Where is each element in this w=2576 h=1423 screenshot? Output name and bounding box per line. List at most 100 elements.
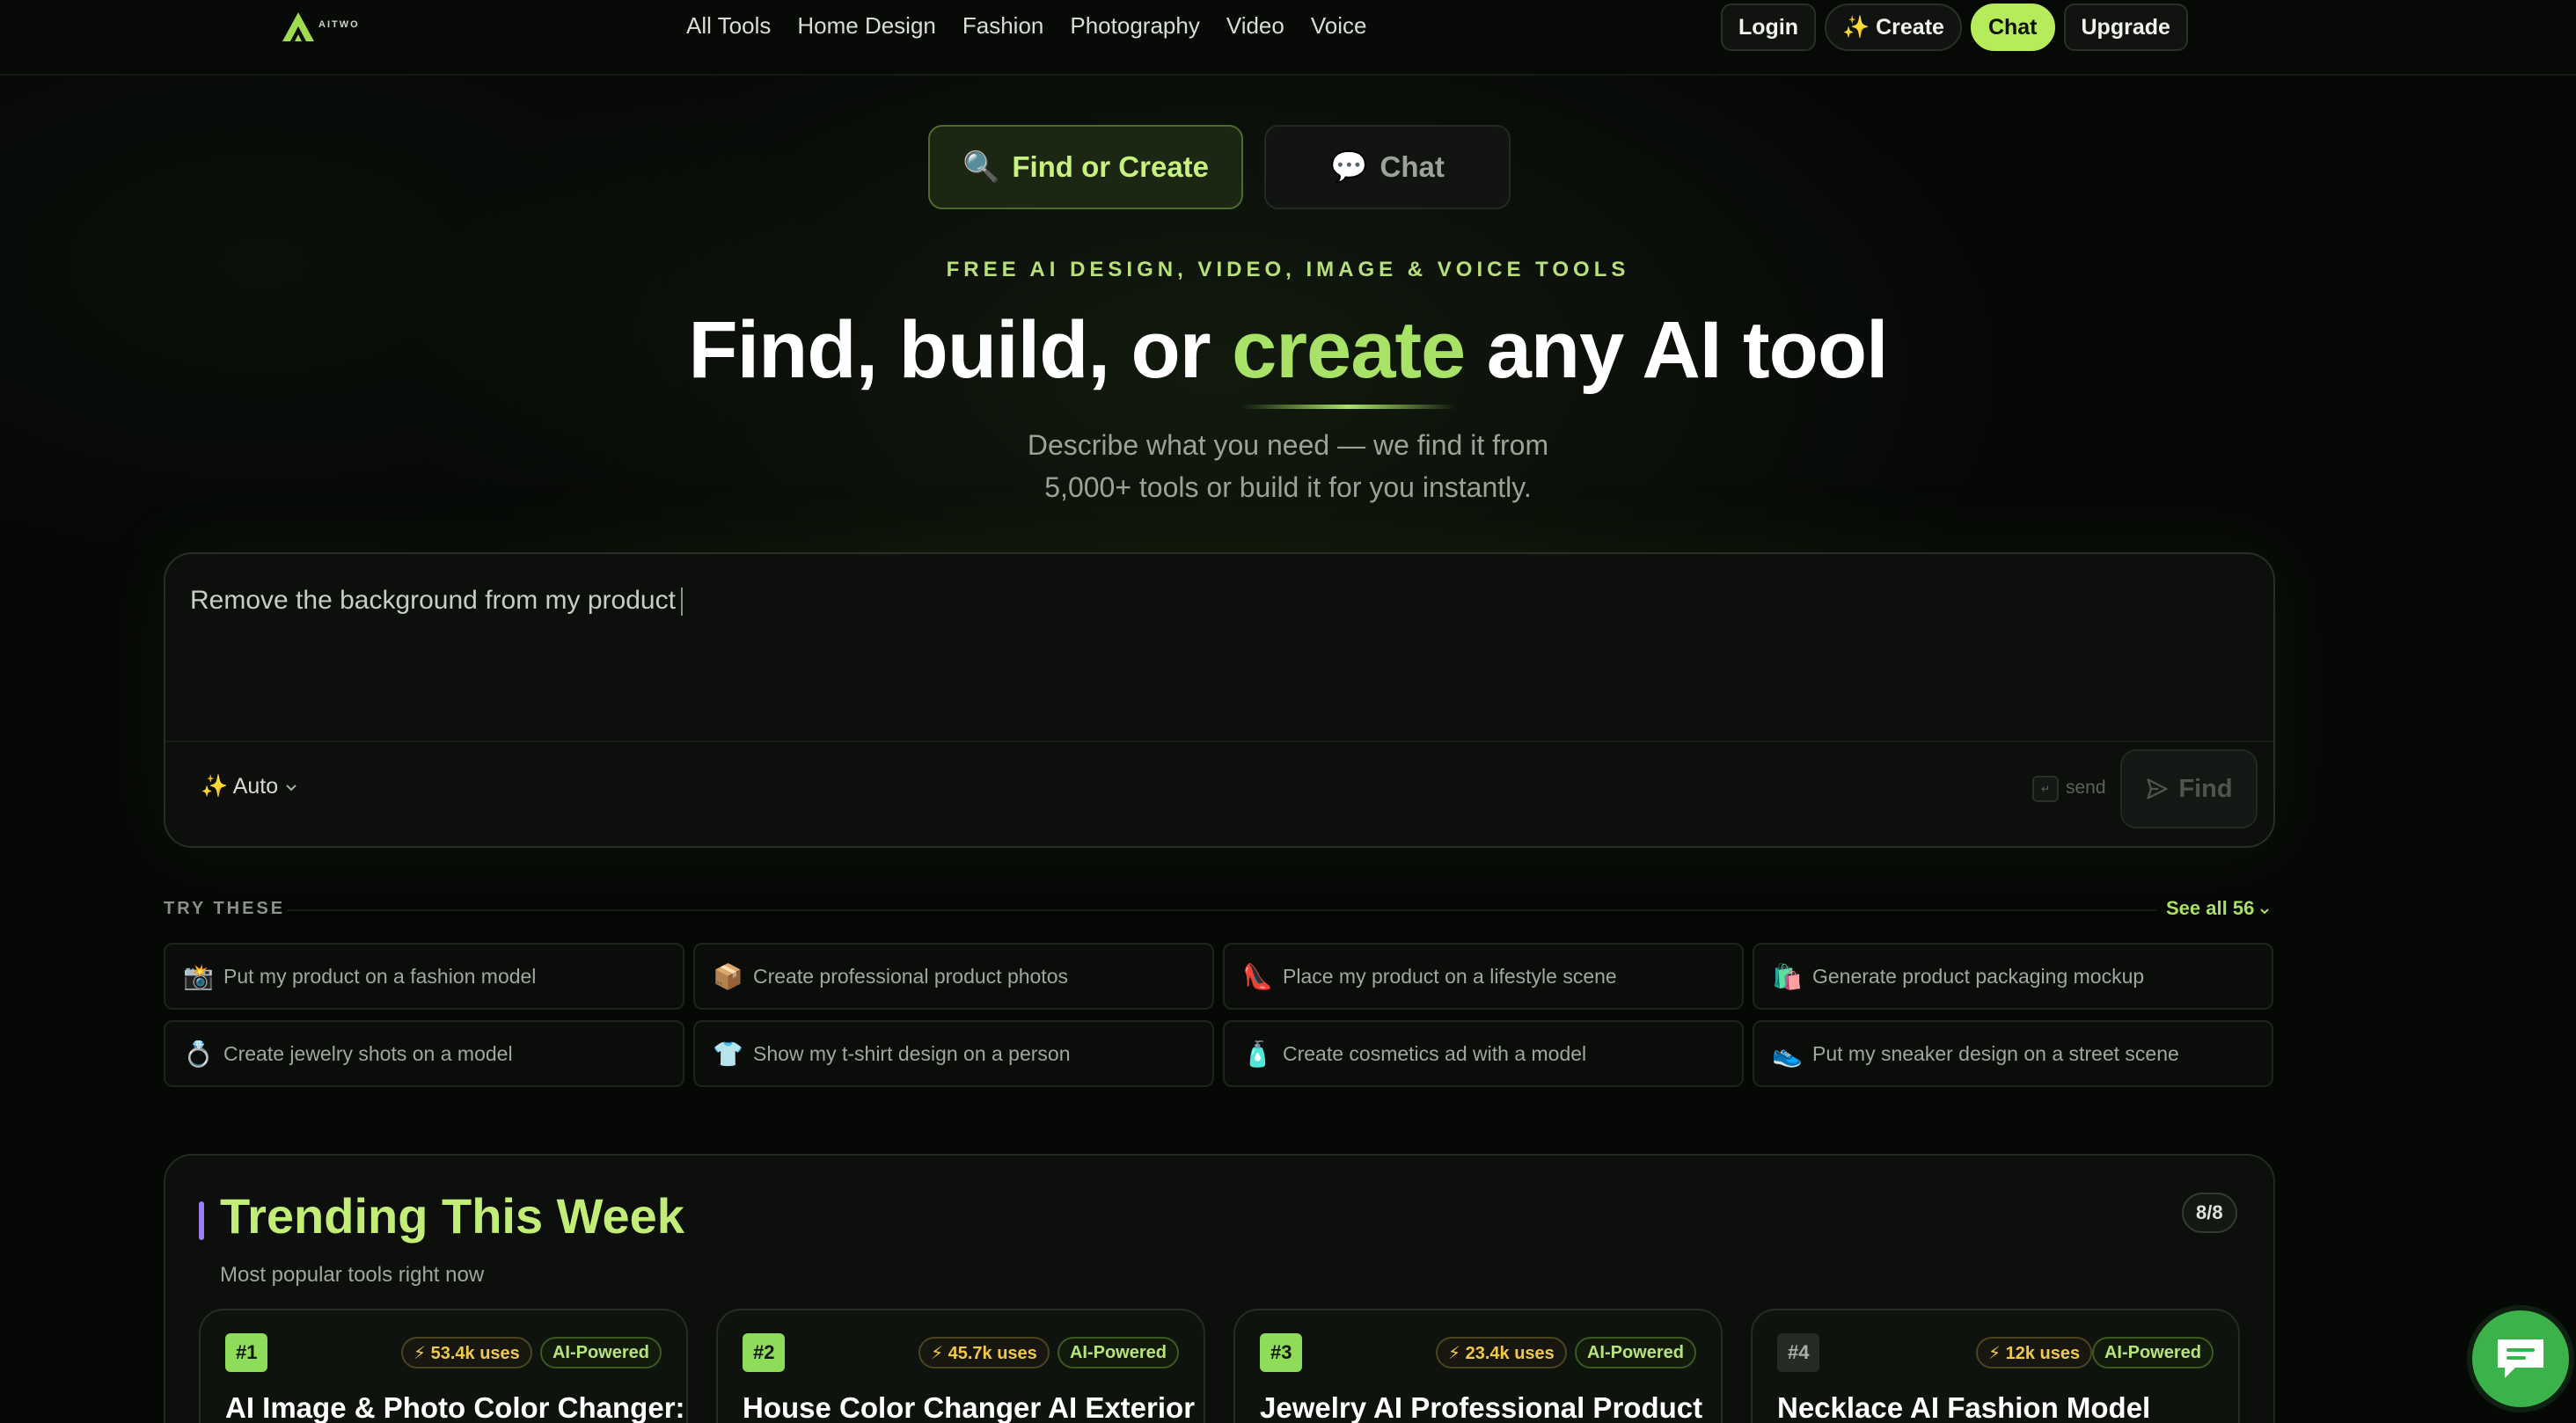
nav-links: All Tools Home Design Fashion Photograph… bbox=[686, 12, 1366, 40]
nav-actions: Login ✨ Create Chat Upgrade bbox=[1721, 4, 2188, 51]
chevron-down-icon bbox=[286, 784, 296, 791]
prompt-input-value: Remove the background from my product bbox=[190, 586, 676, 615]
nav-link-home-design[interactable]: Home Design bbox=[797, 12, 936, 40]
trending-accent-bar bbox=[199, 1201, 204, 1240]
search-icon: 🔍 bbox=[962, 150, 1000, 184]
headline-accent: create bbox=[1232, 305, 1466, 409]
suggestion-text: Generate product packaging mockup bbox=[1812, 964, 2145, 988]
headline-pre: Find, build, or bbox=[688, 305, 1233, 395]
mode-select[interactable]: ✨ Auto bbox=[201, 774, 297, 799]
sneaker-icon: 👟 bbox=[1772, 1040, 1803, 1068]
tool-name: House Color Changer AI Exterior bbox=[743, 1391, 1196, 1423]
high-heel-icon: 👠 bbox=[1242, 962, 1273, 990]
uses-badge: ⚡ 23.4k uses bbox=[1436, 1337, 1567, 1368]
rank-badge: #3 bbox=[1260, 1333, 1303, 1372]
hero-subline-2: 5,000+ tools or build it for you instant… bbox=[1044, 471, 1532, 503]
nav-link-all-tools[interactable]: All Tools bbox=[686, 12, 771, 40]
trending-count-badge: 8/8 bbox=[2182, 1193, 2237, 1233]
suggestion-chip[interactable]: 📸 Put my product on a fashion model bbox=[164, 943, 684, 1010]
find-button[interactable]: Find bbox=[2120, 749, 2258, 828]
logo-mark-icon bbox=[282, 12, 314, 41]
floating-chat-button[interactable] bbox=[2472, 1310, 2569, 1407]
trending-cards: #1 ⚡ 53.4k uses AI-Powered AI Image & Ph… bbox=[199, 1309, 2240, 1423]
rank-badge: #4 bbox=[1777, 1333, 1820, 1372]
upgrade-button[interactable]: Upgrade bbox=[2063, 4, 2188, 51]
text-caret bbox=[680, 587, 683, 617]
tool-name: Jewelry AI Professional Product bbox=[1260, 1391, 1703, 1423]
ai-powered-badge: AI-Powered bbox=[539, 1337, 662, 1368]
hero-headline: Find, build, or create any AI tool bbox=[0, 304, 2576, 409]
send-icon bbox=[2147, 778, 2169, 799]
chat-bubble-icon bbox=[2498, 1339, 2543, 1378]
suggestion-chip[interactable]: 👠 Place my product on a lifestyle scene bbox=[1223, 943, 1744, 1010]
suggestion-chip[interactable]: 🛍️ Generate product packaging mockup bbox=[1753, 943, 2273, 1010]
suggestion-text: Create jewelry shots on a model bbox=[223, 1041, 513, 1065]
suggestion-text: Show my t-shirt design on a person bbox=[753, 1041, 1071, 1065]
create-button[interactable]: ✨ Create bbox=[1825, 4, 1962, 51]
suggestion-chip[interactable]: 💍 Create jewelry shots on a model bbox=[164, 1020, 684, 1087]
suggestion-chip[interactable]: 📦 Create professional product photos bbox=[693, 943, 1214, 1010]
logo[interactable]: AITWO bbox=[280, 9, 360, 44]
mode-select-value: ✨ Auto bbox=[201, 774, 279, 799]
shopping-bags-icon: 🛍️ bbox=[1772, 962, 1803, 990]
hero-subline: Describe what you need — we find it from… bbox=[0, 424, 2576, 508]
suggestion-chip[interactable]: 👕 Show my t-shirt design on a person bbox=[693, 1020, 1214, 1087]
trending-title: Trending This Week bbox=[220, 1188, 684, 1244]
suggestion-text: Put my sneaker design on a street scene bbox=[1812, 1041, 2179, 1065]
nav-link-fashion[interactable]: Fashion bbox=[962, 12, 1044, 40]
nav-link-video[interactable]: Video bbox=[1226, 12, 1284, 40]
ai-powered-badge: AI-Powered bbox=[1057, 1337, 1179, 1368]
headline-post: any AI tool bbox=[1465, 305, 1889, 395]
enter-key-hint-icon: ↵ bbox=[2032, 776, 2059, 802]
tool-card[interactable]: #3 ⚡ 23.4k uses AI-Powered Jewelry AI Pr… bbox=[1233, 1309, 1723, 1423]
tool-name: AI Image & Photo Color Changer: bbox=[225, 1391, 685, 1423]
find-button-label: Find bbox=[2178, 774, 2233, 803]
top-navbar: AITWO All Tools Home Design Fashion Phot… bbox=[0, 0, 2576, 76]
suggestion-chips: 📸 Put my product on a fashion model 📦 Crea… bbox=[164, 943, 2275, 1087]
tool-card[interactable]: #2 ⚡ 45.7k uses AI-Powered House Color C… bbox=[716, 1309, 1205, 1423]
suggestions-label: TRY THESE bbox=[164, 899, 286, 918]
tool-card[interactable]: #4 ⚡ 12k uses AI-Powered Necklace AI Fas… bbox=[1751, 1309, 2240, 1423]
tshirt-icon: 👕 bbox=[713, 1040, 743, 1068]
logo-text: AITWO bbox=[318, 19, 360, 30]
lotion-bottle-icon: 🧴 bbox=[1242, 1040, 1273, 1068]
nav-link-photography[interactable]: Photography bbox=[1070, 12, 1199, 40]
ring-icon: 💍 bbox=[183, 1040, 214, 1068]
rank-badge: #1 bbox=[225, 1333, 268, 1372]
mode-toggle: 🔍 Find or Create 💬 Chat bbox=[928, 125, 1511, 209]
prompt-divider bbox=[165, 741, 2273, 742]
uses-badge: ⚡ 45.7k uses bbox=[918, 1337, 1050, 1368]
prompt-input[interactable]: Remove the background from my product bbox=[190, 586, 683, 617]
speech-bubble-icon: 💬 bbox=[1330, 150, 1368, 184]
suggestion-chip[interactable]: 👟 Put my sneaker design on a street scene bbox=[1753, 1020, 2273, 1087]
suggestions-divider bbox=[287, 909, 2157, 911]
hero-subline-1: Describe what you need — we find it from bbox=[1027, 429, 1549, 461]
chat-button[interactable]: Chat bbox=[1970, 4, 2055, 51]
uses-badge: ⚡ 53.4k uses bbox=[401, 1337, 532, 1368]
mode-find-label: Find or Create bbox=[1012, 150, 1210, 183]
mode-chat[interactable]: 💬 Chat bbox=[1264, 125, 1511, 209]
tool-card[interactable]: #1 ⚡ 53.4k uses AI-Powered AI Image & Ph… bbox=[199, 1309, 688, 1423]
chevron-down-icon bbox=[2260, 909, 2270, 915]
trending-subtitle: Most popular tools right now bbox=[220, 1263, 485, 1287]
package-icon: 📦 bbox=[713, 962, 743, 990]
suggestion-text: Place my product on a lifestyle scene bbox=[1283, 964, 1617, 988]
nav-link-voice[interactable]: Voice bbox=[1311, 12, 1367, 40]
ai-powered-badge: AI-Powered bbox=[1574, 1337, 1696, 1368]
tool-name: Necklace AI Fashion Model bbox=[1777, 1391, 2151, 1423]
mode-find-or-create[interactable]: 🔍 Find or Create bbox=[928, 125, 1243, 209]
mode-chat-label: Chat bbox=[1379, 150, 1445, 183]
ai-powered-badge: AI-Powered bbox=[2091, 1337, 2214, 1368]
suggestion-text: Create professional product photos bbox=[753, 964, 1068, 988]
see-all-link[interactable]: See all 56 bbox=[2166, 897, 2270, 920]
login-button[interactable]: Login bbox=[1721, 4, 1817, 51]
send-hint: send bbox=[2066, 777, 2106, 798]
suggestion-chip[interactable]: 🧴 Create cosmetics ad with a model bbox=[1223, 1020, 1744, 1087]
camera-icon: 📸 bbox=[183, 962, 214, 990]
suggestion-text: Put my product on a fashion model bbox=[223, 964, 537, 988]
uses-badge: ⚡ 12k uses bbox=[1976, 1337, 2093, 1368]
prompt-card: Remove the background from my product ✨ … bbox=[164, 552, 2275, 848]
suggestion-text: Create cosmetics ad with a model bbox=[1283, 1041, 1587, 1065]
see-all-label: See all 56 bbox=[2166, 897, 2255, 919]
trending-panel: Trending This Week Most popular tools ri… bbox=[164, 1154, 2275, 1423]
